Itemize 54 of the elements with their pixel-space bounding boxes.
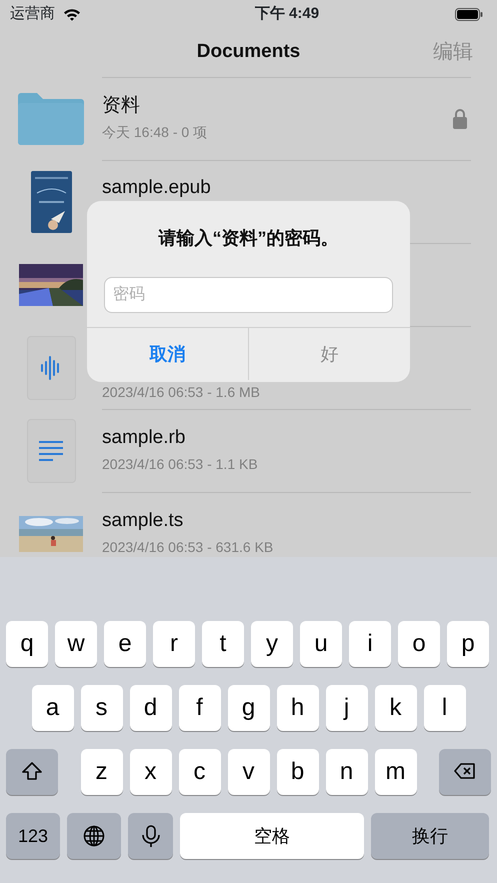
file-name: sample.rb [102, 427, 186, 450]
password-field[interactable]: 密码 [104, 277, 393, 313]
delete-key[interactable] [439, 749, 491, 795]
file-name: sample.epub [102, 176, 212, 200]
file-details: 今天 16:48 - 0 项 [102, 122, 208, 142]
status-time: 下午 4:49 [254, 4, 320, 24]
letter-key[interactable]: u [300, 621, 342, 667]
folder-icon [18, 92, 84, 144]
waveform-icon [40, 354, 62, 380]
letter-key[interactable]: a [32, 685, 74, 731]
letter-key[interactable]: e [104, 621, 146, 667]
return-key[interactable]: 换行 [371, 813, 489, 859]
letter-key[interactable]: k [374, 685, 416, 731]
globe-key[interactable] [67, 813, 121, 859]
letter-key[interactable]: y [251, 621, 293, 667]
shift-icon [21, 761, 43, 783]
letter-key[interactable]: x [130, 749, 172, 795]
document-lines-icon [39, 440, 63, 460]
letter-key[interactable]: m [374, 749, 416, 795]
letter-key[interactable]: t [202, 621, 244, 667]
space-key[interactable]: 空格 [180, 813, 364, 859]
letter-key[interactable]: g [228, 685, 270, 731]
letter-key[interactable]: j [326, 685, 368, 731]
file-details: 2023/4/16 06:53 - 1.6 MB [102, 382, 261, 402]
shift-key[interactable] [6, 749, 58, 795]
nav-title: Documents [196, 40, 300, 64]
letter-key[interactable]: s [80, 685, 122, 731]
letter-key[interactable]: n [326, 749, 368, 795]
letter-key[interactable]: h [276, 685, 318, 731]
microphone-icon [140, 825, 162, 847]
wifi-icon [63, 8, 81, 20]
letter-key[interactable]: z [80, 749, 122, 795]
letter-key[interactable]: b [276, 749, 318, 795]
carrier-name: 运营商 [10, 4, 55, 24]
letter-key[interactable]: w [55, 621, 97, 667]
file-details: 2023/4/16 06:53 - 1.1 KB [102, 454, 259, 474]
letter-key[interactable]: q [6, 621, 48, 667]
letter-key[interactable]: c [178, 749, 220, 795]
file-details: 2023/4/16 06:53 - 631.6 KB [102, 538, 274, 557]
letter-key[interactable]: r [153, 621, 195, 667]
dictation-key[interactable] [128, 813, 173, 859]
globe-icon [83, 825, 105, 847]
letter-key[interactable]: f [178, 685, 220, 731]
battery-icon [454, 8, 483, 20]
file-name: sample.ts [102, 510, 184, 533]
numbers-key[interactable]: 123 [6, 813, 60, 859]
letter-key[interactable]: d [130, 685, 172, 731]
letter-key[interactable]: o [398, 621, 440, 667]
dialog-title: 请输入“资料”的密码。 [157, 227, 340, 250]
letter-key[interactable]: p [447, 621, 489, 667]
letter-key[interactable]: i [349, 621, 391, 667]
letter-key[interactable]: v [228, 749, 270, 795]
file-name: 资料 [102, 95, 141, 118]
letter-key[interactable]: l [424, 685, 466, 731]
